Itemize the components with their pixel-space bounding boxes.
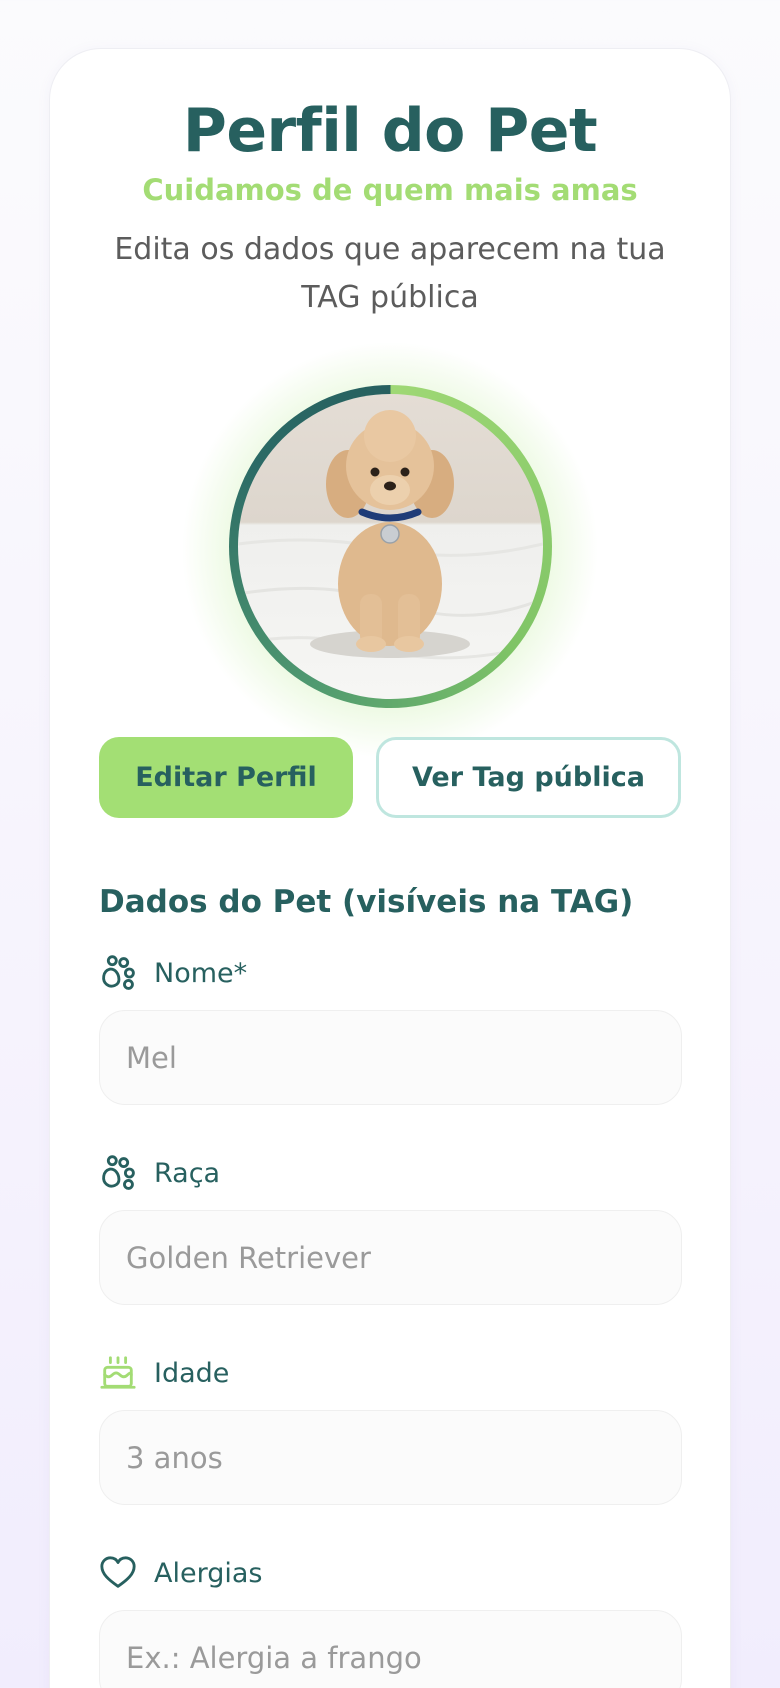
paw-icon: [99, 954, 137, 992]
allergies-input[interactable]: [99, 1610, 682, 1688]
field-label-text: Alergias: [154, 1557, 263, 1589]
name-input[interactable]: [99, 1010, 682, 1105]
tagline: Cuidamos de quem mais amas: [142, 173, 638, 207]
cake-icon: [99, 1354, 137, 1392]
field-label-breed: Raça: [99, 1153, 220, 1193]
pet-photo-illustration: [238, 410, 543, 660]
edit-profile-button[interactable]: Editar Perfil: [99, 737, 353, 818]
field-label-text: Nome*: [154, 957, 248, 989]
heart-icon: [99, 1554, 137, 1592]
view-public-tag-button[interactable]: Ver Tag pública: [376, 737, 681, 818]
field-label-age: Idade: [99, 1353, 229, 1393]
page-subtitle: Edita os dados que aparecem na tua TAG p…: [114, 232, 666, 315]
paw-icon: [99, 1154, 137, 1192]
section-title: Dados do Pet (visíveis na TAG): [99, 884, 634, 920]
page-title: Perfil do Pet: [182, 96, 598, 166]
field-label-text: Raça: [154, 1157, 221, 1189]
field-label-text: Idade: [154, 1357, 230, 1389]
pet-avatar[interactable]: [238, 394, 543, 699]
field-label-name: Nome*: [99, 953, 247, 993]
breed-input[interactable]: [99, 1210, 682, 1305]
age-input[interactable]: [99, 1410, 682, 1505]
field-label-allergies: Alergias: [99, 1553, 262, 1593]
